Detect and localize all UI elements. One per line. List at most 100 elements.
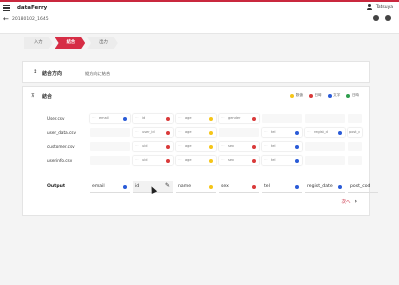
chip-label: tel bbox=[271, 144, 276, 148]
output-row: Output email id ✎ name sex tel regist_dat… bbox=[33, 181, 378, 194]
step-input[interactable]: 入力 bbox=[24, 37, 53, 49]
empty-chip[interactable] bbox=[348, 142, 362, 151]
chip-label: uid bbox=[142, 158, 148, 162]
legend-label: 文字 bbox=[333, 93, 341, 97]
legend-item: 数値 bbox=[290, 93, 303, 98]
chip-label: tel bbox=[271, 130, 276, 134]
empty-chip[interactable] bbox=[262, 114, 302, 123]
column-chip[interactable]: ⋯ uid bbox=[133, 156, 173, 165]
output-field[interactable]: name bbox=[176, 181, 216, 193]
join-card: ⊼ 結合 数値 日時 文字 日時 User.csv ⋯ email ⋯ id ⋯ ag… bbox=[22, 86, 378, 216]
legend-label: 日時 bbox=[314, 93, 322, 97]
user-circle-icon[interactable] bbox=[385, 15, 391, 21]
empty-chip[interactable] bbox=[305, 114, 345, 123]
type-dot bbox=[166, 144, 170, 149]
step-join[interactable]: 結合 bbox=[55, 37, 86, 49]
type-dot bbox=[209, 158, 213, 163]
menu-icon[interactable] bbox=[3, 3, 13, 13]
table-row: customer.csv ⋯ uid ⋯ age ⋯ sex ⋯ tel bbox=[33, 142, 363, 152]
step-output[interactable]: 出力 bbox=[87, 37, 118, 49]
user-icon bbox=[367, 4, 373, 10]
column-chip[interactable]: ⋯ uid bbox=[133, 142, 173, 151]
column-chip[interactable]: ⋯ user_id bbox=[133, 128, 173, 137]
empty-chip[interactable] bbox=[305, 156, 345, 165]
next-label: 次へ bbox=[341, 199, 351, 205]
legend-item: 文字 bbox=[327, 93, 341, 98]
column-chip[interactable]: ⋯ gender bbox=[219, 114, 259, 123]
empty-chip[interactable] bbox=[305, 142, 345, 151]
next-button[interactable]: 次へ › bbox=[342, 198, 357, 205]
table-row: userinfo.csv ⋯ uid ⋯ age ⋯ sex ⋯ tel bbox=[33, 156, 363, 166]
column-chip[interactable]: ⋯ tel bbox=[262, 156, 302, 165]
column-chip[interactable]: ⋯ id bbox=[133, 114, 173, 123]
chip-label: id bbox=[142, 116, 146, 120]
arrows-icon: ↕ bbox=[33, 69, 38, 75]
join-title: 結合 bbox=[42, 94, 53, 100]
table-row: user_data.csv ⋯ user_id ⋯ age ⋯ tel ⋯ regist… bbox=[33, 128, 363, 138]
column-chip[interactable]: ⋯ age bbox=[176, 114, 216, 123]
column-chip[interactable]: ⋯ age bbox=[176, 128, 216, 137]
output-field[interactable]: regist_date bbox=[305, 181, 345, 193]
output-field-label: post_cod bbox=[350, 184, 371, 189]
type-dot bbox=[338, 185, 342, 189]
chip-label: age bbox=[185, 144, 192, 148]
column-chip[interactable]: post_c bbox=[348, 128, 362, 137]
breadcrumb: 20180102_1645 bbox=[12, 17, 49, 22]
type-dot bbox=[252, 144, 256, 149]
sub-bar: ← 20180102_1645 bbox=[0, 14, 399, 34]
type-legend: 数値 日時 文字 日時 bbox=[290, 93, 359, 98]
column-chip[interactable]: ⋯ email bbox=[90, 114, 130, 123]
column-chip[interactable]: ⋯ sex bbox=[219, 156, 259, 165]
app-bar: dataFerry Tatsuya bbox=[0, 2, 399, 14]
output-field[interactable]: email bbox=[90, 181, 130, 193]
join-direction-card: ↕ 結合方向 縦方向に結合 bbox=[22, 61, 370, 83]
back-arrow-icon[interactable]: ← bbox=[3, 15, 9, 23]
legend-dot bbox=[327, 93, 332, 98]
chip-label: age bbox=[185, 158, 192, 162]
type-dot bbox=[295, 144, 299, 149]
output-label: Output bbox=[47, 184, 66, 189]
output-field-label: email bbox=[92, 184, 105, 189]
chevron-right-icon: › bbox=[354, 198, 357, 205]
chip-label: age bbox=[185, 116, 192, 120]
user-name: Tatsuya bbox=[375, 4, 393, 10]
settings-icon[interactable] bbox=[373, 15, 379, 21]
legend-dot bbox=[290, 93, 295, 98]
column-chip[interactable]: ⋯ regist_d bbox=[305, 128, 345, 137]
type-dot bbox=[209, 144, 213, 149]
output-field[interactable]: tel bbox=[262, 181, 302, 193]
row-label: User.csv bbox=[47, 115, 65, 121]
output-field-label: tel bbox=[264, 184, 270, 189]
output-field-label: name bbox=[178, 184, 192, 189]
toolbar-icons bbox=[373, 15, 391, 21]
empty-chip[interactable] bbox=[348, 156, 362, 165]
output-field-label: id bbox=[135, 184, 140, 189]
output-field[interactable]: post_cod bbox=[348, 181, 378, 193]
join-direction-value[interactable]: 縦方向に結合 bbox=[85, 71, 110, 77]
empty-chip[interactable] bbox=[90, 128, 130, 137]
legend-dot bbox=[346, 93, 351, 98]
empty-chip[interactable] bbox=[348, 114, 362, 123]
pencil-icon[interactable]: ✎ bbox=[165, 182, 170, 189]
column-chip[interactable]: ⋯ sex bbox=[219, 142, 259, 151]
user-menu[interactable]: Tatsuya bbox=[367, 4, 393, 10]
output-field[interactable]: sex bbox=[219, 181, 259, 193]
type-dot bbox=[166, 158, 170, 163]
empty-chip[interactable] bbox=[219, 128, 259, 137]
output-field-label: regist_date bbox=[307, 184, 333, 189]
empty-chip[interactable] bbox=[90, 142, 130, 151]
empty-chip[interactable] bbox=[90, 156, 130, 165]
table-row: User.csv ⋯ email ⋯ id ⋯ age ⋯ gender bbox=[33, 114, 363, 124]
merge-icon: ⊼ bbox=[31, 93, 35, 99]
legend-label: 数値 bbox=[295, 93, 303, 97]
type-dot bbox=[123, 116, 127, 121]
column-chip[interactable]: ⋯ age bbox=[176, 156, 216, 165]
column-chip[interactable]: ⋯ tel bbox=[262, 128, 302, 137]
column-chip[interactable]: ⋯ age bbox=[176, 142, 216, 151]
column-chip[interactable]: ⋯ tel bbox=[262, 142, 302, 151]
type-dot bbox=[209, 116, 213, 121]
legend-item: 日時 bbox=[346, 93, 359, 98]
chip-label: email bbox=[99, 116, 109, 120]
chip-label: tel bbox=[271, 158, 276, 162]
type-dot bbox=[209, 130, 213, 135]
